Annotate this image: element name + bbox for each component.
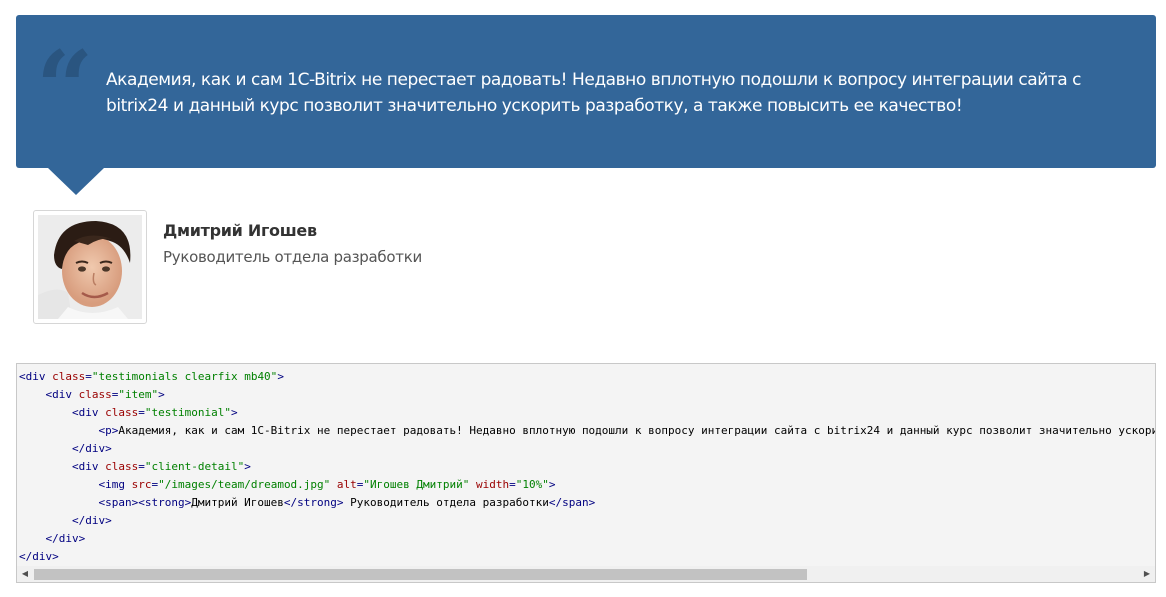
code-token: = (509, 478, 516, 491)
code-token: class (105, 460, 139, 473)
code-line: </div> (19, 442, 112, 455)
code-token: Руководитель отдела разработки (343, 496, 549, 509)
code-line: <div class="testimonials clearfix mb40"> (19, 370, 284, 383)
code-token: </div> (71, 442, 112, 455)
code-token: "client-detail" (144, 460, 245, 473)
code-token: </strong> (283, 496, 344, 509)
code-token: "10%" (515, 478, 549, 491)
code-token: </div> (45, 532, 86, 545)
code-token: > (277, 370, 284, 383)
client-photo (38, 215, 142, 319)
code-token: alt (336, 478, 357, 491)
code-token: <img (98, 478, 132, 491)
quote-pointer-arrow (48, 168, 104, 195)
code-token: class (78, 388, 112, 401)
code-token: <div (19, 370, 53, 383)
code-token: class (52, 370, 86, 383)
code-line: </div> (19, 550, 59, 563)
code-token: class (105, 406, 139, 419)
code-line: <div class="client-detail"> (19, 460, 251, 473)
code-token: <div (71, 460, 106, 473)
code-token: </span> (548, 496, 596, 509)
client-name: Дмитрий Игошев (163, 221, 317, 240)
code-token: = (85, 370, 92, 383)
code-token: "testimonial" (144, 406, 231, 419)
code-token: width (476, 478, 510, 491)
code-line: <div class="item"> (19, 388, 165, 401)
code-token: > (244, 460, 251, 473)
code-token: "item" (118, 388, 159, 401)
code-token: <span><strong> (98, 496, 192, 509)
code-line: </div> (19, 532, 86, 545)
code-token: = (138, 406, 145, 419)
code-token: Дмитрий Игошев (191, 496, 284, 509)
code-sample-box[interactable]: <div class="testimonials clearfix mb40">… (16, 363, 1156, 583)
scrollbar-thumb[interactable] (34, 569, 807, 580)
testimonial-text: Академия, как и сам 1C-Bitrix не переста… (106, 70, 1082, 116)
code-token: Академия, как и сам 1C-Bitrix не переста… (118, 424, 1155, 437)
code-token: "testimonials clearfix mb40" (91, 370, 278, 383)
client-photo-image (38, 215, 142, 319)
code-line: <img src="/images/team/dreamod.jpg" alt=… (19, 478, 556, 491)
client-role: Руководитель отдела разработки (163, 248, 422, 266)
scroll-right-arrow-icon[interactable]: ▶ (1139, 566, 1155, 582)
code-token: <p> (98, 424, 119, 437)
code-line: <div class="testimonial"> (19, 406, 238, 419)
code-token: > (230, 406, 238, 419)
code-line: <span><strong>Дмитрий Игошев</strong> Ру… (19, 496, 595, 509)
code-token: <div (45, 388, 79, 401)
code-sample: <div class="testimonials clearfix mb40">… (19, 368, 1155, 566)
code-token: src (131, 478, 152, 491)
code-token: = (138, 460, 145, 473)
client-avatar (33, 210, 147, 324)
code-token: </div> (19, 550, 59, 563)
horizontal-scrollbar[interactable]: ◀ ▶ (17, 566, 1155, 582)
code-line: <p>Академия, как и сам 1C-Bitrix не пере… (19, 424, 1155, 437)
code-token: </div> (71, 514, 112, 527)
scroll-left-arrow-icon[interactable]: ◀ (17, 566, 33, 582)
quote-mark-icon: “ (36, 29, 94, 147)
code-line: </div> (19, 514, 112, 527)
code-token: > (158, 388, 165, 401)
code-token: "/images/team/dreamod.jpg" (158, 478, 331, 491)
code-token: "Игошев Дмитрий" (363, 478, 470, 491)
code-token: <div (71, 406, 106, 419)
code-token: > (548, 478, 556, 491)
